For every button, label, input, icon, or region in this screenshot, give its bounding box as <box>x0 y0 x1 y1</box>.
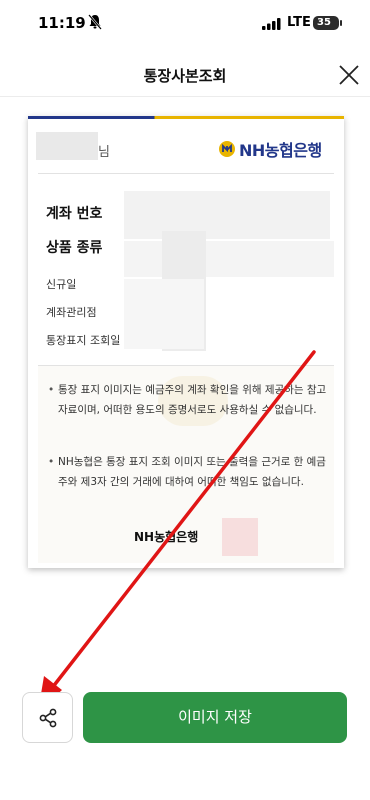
viewed-date-label: 통장표지 조회일 <box>46 334 121 347</box>
account-number-label: 계좌 번호 <box>46 206 103 222</box>
opened-date-label: 신규일 <box>46 278 77 291</box>
page-title: 통장사본조회 <box>143 67 227 85</box>
branch-label: 계좌관리점 <box>46 306 97 319</box>
footer-bank-name: NH농협은행 <box>134 530 199 544</box>
battery-nub <box>340 20 342 26</box>
card-accent <box>28 116 344 119</box>
notice-item: NH농협은 통장 표지 조회 이미지 또는 출력을 근거로 한 예금주와 제3자… <box>48 452 330 492</box>
card-divider <box>38 173 334 174</box>
holder-suffix: 님 <box>98 145 110 160</box>
network-label: LTE <box>287 15 311 30</box>
share-icon <box>39 708 57 728</box>
header: 통장사본조회 <box>0 55 370 97</box>
passbook-card: 님 NH농협은행 계좌 번호 상품 종류 신규일 계좌관리점 통장표지 조회일 … <box>28 116 344 568</box>
battery-level: 35 <box>317 17 331 28</box>
bank-logo: NH농협은행 <box>218 138 322 160</box>
notice-box: 통장 표지 이미지는 예금주의 계좌 확인을 위해 제공하는 참고 자료이며, … <box>38 365 334 563</box>
product-type-label: 상품 종류 <box>46 240 103 256</box>
bank-logo-name: NH농협은행 <box>239 141 322 160</box>
redacted-area <box>124 241 334 277</box>
save-image-button[interactable]: 이미지 저장 <box>83 692 347 743</box>
redacted-area <box>124 279 204 349</box>
nh-logo-icon <box>219 141 235 157</box>
share-button[interactable] <box>22 692 73 743</box>
bank-seal <box>222 518 258 556</box>
status-time: 11:19 <box>38 14 86 32</box>
redacted-area <box>124 191 330 239</box>
bell-slash-icon <box>88 14 102 30</box>
status-bar: 11:19 LTE 35 <box>0 0 370 50</box>
notice-item: 통장 표지 이미지는 예금주의 계좌 확인을 위해 제공하는 참고 자료이며, … <box>48 380 330 420</box>
battery-icon: 35 <box>313 16 339 30</box>
close-icon[interactable] <box>336 62 362 88</box>
signal-icon <box>262 18 281 30</box>
holder-name-redacted <box>36 132 98 160</box>
